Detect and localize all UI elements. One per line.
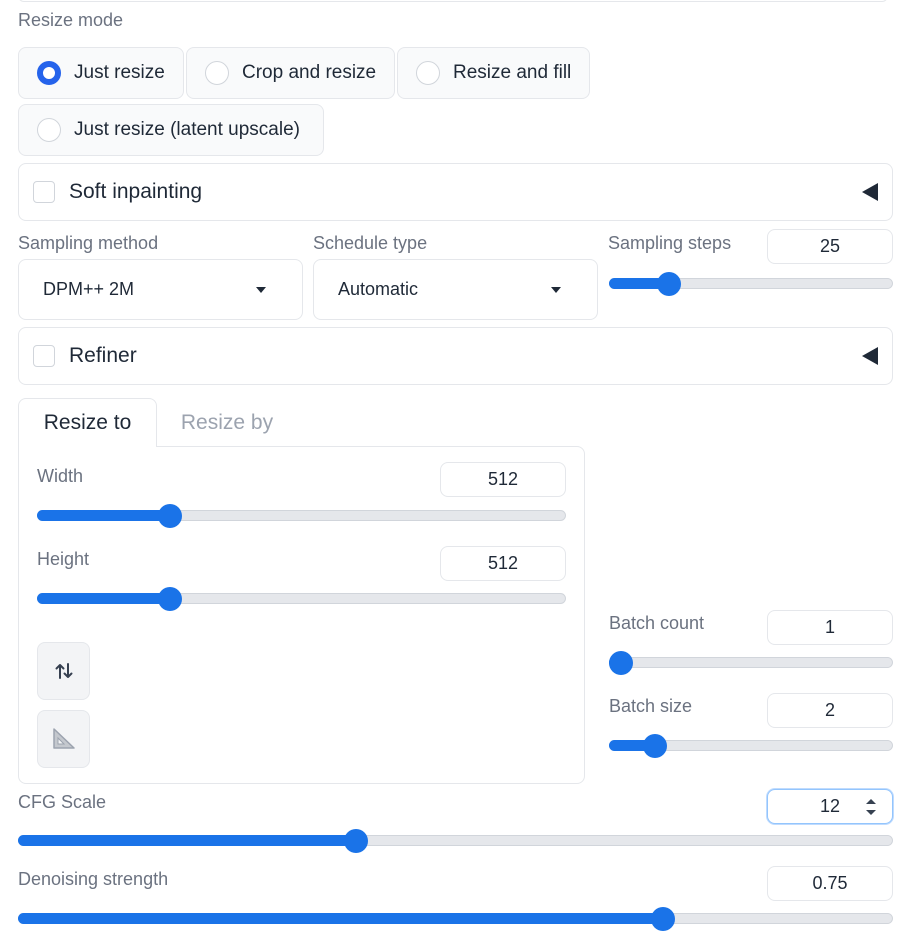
sampling-method-dropdown[interactable]: DPM++ 2M [18, 259, 303, 320]
refiner-checkbox[interactable] [33, 345, 55, 367]
slider-thumb[interactable] [158, 504, 183, 528]
schedule-type-dropdown[interactable]: Automatic [313, 259, 598, 320]
triangle-left-icon[interactable] [862, 183, 878, 201]
cfg-scale-label: CFG Scale [18, 792, 107, 812]
cfg-scale-input[interactable]: 12 [767, 789, 893, 824]
width-input[interactable]: 512 [440, 462, 566, 497]
slider-thumb[interactable] [343, 829, 368, 853]
slider-fill [18, 913, 664, 924]
sampling-method-label: Sampling method [18, 233, 159, 253]
swap-dimensions-button[interactable] [37, 642, 90, 700]
radio-checked-icon [37, 61, 61, 85]
resize-mode-label: Resize mode [18, 10, 124, 30]
tab-resize-to[interactable]: Resize to [18, 398, 157, 447]
slider-fill [37, 593, 171, 604]
height-label: Height [37, 549, 90, 569]
triangle-ruler-icon [52, 728, 75, 749]
cfg-scale-slider[interactable] [18, 829, 893, 853]
refiner-label: Refiner [69, 344, 137, 367]
chevron-down-icon [551, 286, 561, 293]
soft-inpainting-checkbox[interactable] [33, 181, 55, 203]
denoising-strength-input[interactable]: 0.75 [767, 866, 893, 901]
radio-unchecked-icon [416, 61, 440, 85]
slider-thumb[interactable] [657, 272, 682, 296]
soft-inpainting-label: Soft inpainting [69, 180, 203, 203]
tab-resize-by[interactable]: Resize by [157, 398, 297, 447]
batch-size-input[interactable]: 2 [767, 693, 893, 728]
batch-count-slider[interactable] [609, 651, 893, 675]
sampling-steps-slider[interactable] [609, 272, 893, 296]
sampling-steps-input[interactable]: 25 [767, 229, 893, 264]
width-slider[interactable] [37, 504, 566, 528]
schedule-type-value: Automatic [338, 279, 419, 299]
batch-size-slider[interactable] [609, 734, 893, 758]
cfg-scale-value: 12 [819, 796, 841, 816]
width-label: Width [37, 466, 84, 486]
sampling-method-value: DPM++ 2M [43, 279, 135, 299]
radio-label: Just resize (latent upscale) [74, 119, 300, 140]
height-slider[interactable] [37, 587, 566, 611]
slider-thumb[interactable] [642, 734, 667, 758]
batch-count-label: Batch count [609, 613, 705, 633]
batch-size-label: Batch size [609, 696, 693, 716]
denoising-strength-label: Denoising strength [18, 869, 169, 889]
slider-thumb[interactable] [158, 587, 183, 611]
radio-label: Crop and resize [242, 62, 377, 83]
radio-unchecked-icon [37, 118, 61, 142]
slider-thumb[interactable] [651, 907, 676, 931]
sampling-steps-label: Sampling steps [608, 233, 732, 253]
slider-track [609, 657, 893, 668]
batch-count-input[interactable]: 1 [767, 610, 893, 645]
schedule-type-label: Schedule type [313, 233, 428, 253]
radio-just-resize[interactable]: Just resize [18, 47, 184, 99]
chevron-down-icon [256, 286, 266, 293]
slider-thumb[interactable] [609, 651, 633, 675]
refiner-accordion[interactable]: Refiner [18, 327, 893, 385]
slider-fill [37, 510, 171, 521]
denoising-strength-slider[interactable] [18, 907, 893, 931]
height-input[interactable]: 512 [440, 546, 566, 581]
soft-inpainting-accordion[interactable]: Soft inpainting [18, 163, 893, 221]
radio-just-resize-latent-upscale[interactable]: Just resize (latent upscale) [18, 104, 324, 156]
radio-label: Just resize [74, 62, 165, 83]
radio-unchecked-icon [205, 61, 229, 85]
stepper-arrows-icon[interactable] [864, 795, 878, 819]
triangle-left-icon[interactable] [862, 347, 878, 365]
radio-crop-and-resize[interactable]: Crop and resize [186, 47, 395, 99]
swap-dimensions-icon [55, 663, 72, 679]
radio-resize-and-fill[interactable]: Resize and fill [397, 47, 590, 99]
radio-label: Resize and fill [453, 62, 572, 83]
slider-fill [18, 835, 356, 846]
aspect-ratio-button[interactable] [37, 710, 90, 768]
previous-panel-border [18, 0, 888, 2]
